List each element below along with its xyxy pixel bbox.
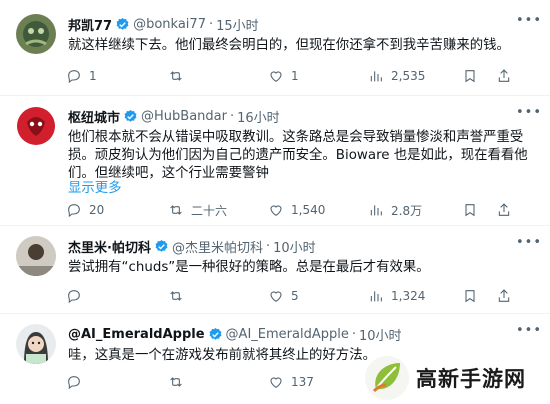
reply-count: 20 xyxy=(89,203,105,217)
retweet-icon xyxy=(170,291,182,301)
tweet-header: 邦凯77 @bonkai77 · 15小时 xyxy=(68,14,534,34)
bookmark-icon xyxy=(465,290,475,303)
bookmark-icon xyxy=(465,70,475,83)
like-count: 137 xyxy=(291,375,314,389)
avatar[interactable] xyxy=(16,106,56,146)
retweet-icon xyxy=(170,377,182,387)
views-chart-icon xyxy=(370,71,382,82)
bookmark-icon xyxy=(465,204,475,217)
leaf-logo-icon xyxy=(365,356,409,400)
heart-icon xyxy=(270,71,282,82)
tweet-header: @AI_EmeraldApple @AI_EmeraldApple · 10小时 xyxy=(68,324,534,344)
handle[interactable]: @HubBandar xyxy=(141,109,227,124)
share-icon xyxy=(498,203,510,216)
more-options-icon[interactable]: ••• xyxy=(516,236,541,256)
reply-count: 1 xyxy=(89,69,97,83)
handle[interactable]: @bonkai77 xyxy=(133,17,206,32)
share-icon xyxy=(498,69,510,82)
view-count: 2,535 xyxy=(391,69,426,83)
retweet-button[interactable] xyxy=(168,286,191,306)
display-name[interactable]: @AI_EmeraldApple xyxy=(68,327,205,342)
tweet-actions: 1 1 2,535 xyxy=(66,66,530,86)
like-button[interactable]: 137 xyxy=(268,372,314,392)
handle[interactable]: @AI_EmeraldApple xyxy=(226,327,349,342)
site-watermark: 高新手游网 xyxy=(362,352,550,404)
timestamp[interactable]: 15小时 xyxy=(216,15,259,34)
separator-dot: · xyxy=(229,108,235,124)
verified-badge-icon xyxy=(124,109,137,122)
share-icon xyxy=(498,289,510,302)
tweet-header: 杰里米·帕切科 @杰里米帕切科 · 10小时 xyxy=(68,236,534,256)
views-chart-icon xyxy=(370,291,382,302)
timestamp[interactable]: 16小时 xyxy=(237,107,280,126)
tweet-text: 尝试拥有“chuds”是一种很好的策略。总是在最后才有效果。 xyxy=(68,260,430,275)
bookmark-button[interactable] xyxy=(462,286,478,306)
reply-button[interactable] xyxy=(66,372,89,392)
like-count: 1 xyxy=(291,69,299,83)
bookmark-button[interactable] xyxy=(462,66,478,86)
retweet-button[interactable]: 二十六 xyxy=(168,200,227,220)
reply-icon xyxy=(68,376,80,390)
retweet-button[interactable] xyxy=(168,372,191,392)
more-options-icon[interactable]: ••• xyxy=(516,14,541,34)
tweet-actions: 20 二十六 1,540 2.8万 xyxy=(66,200,530,220)
reply-icon xyxy=(68,290,80,304)
avatar[interactable] xyxy=(16,14,56,54)
like-count: 5 xyxy=(291,289,299,303)
views-button[interactable]: 2.8万 xyxy=(368,200,422,220)
views-chart-icon xyxy=(370,205,382,216)
share-button[interactable] xyxy=(496,66,512,86)
like-button[interactable]: 1 xyxy=(268,66,299,86)
more-options-icon[interactable]: ••• xyxy=(516,106,541,126)
avatar[interactable] xyxy=(16,236,56,276)
retweet-button[interactable] xyxy=(168,66,191,86)
reply-button[interactable]: 1 xyxy=(66,66,97,86)
retweet-count: 二十六 xyxy=(191,203,228,218)
display-name[interactable]: 枢纽城市 xyxy=(68,107,120,126)
heart-icon xyxy=(270,205,282,216)
show-more-link[interactable]: 显示更多 xyxy=(68,176,122,196)
tweet-header: 枢纽城市 @HubBandar · 16小时 xyxy=(68,106,534,126)
watermark-text: 高新手游网 xyxy=(416,367,526,391)
tweet[interactable]: 枢纽城市 @HubBandar · 16小时 ••• 他们根本就不会从错误中吸取… xyxy=(0,96,550,226)
tweet[interactable]: 邦凯77 @bonkai77 · 15小时 ••• 就这样继续下去。他们最终会明… xyxy=(0,0,550,96)
separator-dot: · xyxy=(351,326,356,342)
timestamp[interactable]: 10小时 xyxy=(273,237,316,256)
reply-button[interactable] xyxy=(66,286,89,306)
reply-button[interactable]: 20 xyxy=(66,200,104,220)
display-name[interactable]: 杰里米·帕切科 xyxy=(68,237,151,256)
retweet-icon xyxy=(170,71,182,81)
tweet-text: 就这样继续下去。他们最终会明白的，但现在你还拿不到我辛苦赚来的钱。 xyxy=(68,38,510,53)
tweet-text: 他们根本就不会从错误中吸取教训。这条路总是会导致销量惨淡和声誉严重受损。顽皮狗认… xyxy=(68,130,528,181)
verified-badge-icon xyxy=(209,327,221,340)
tweet-actions: 5 1,324 xyxy=(66,286,530,306)
verified-badge-icon xyxy=(116,17,129,30)
reply-icon xyxy=(68,204,80,218)
view-count: 1,324 xyxy=(391,289,426,303)
view-count: 2.8万 xyxy=(391,203,423,218)
more-options-icon[interactable]: ••• xyxy=(516,324,541,344)
retweet-icon xyxy=(170,205,182,215)
reply-icon xyxy=(68,70,80,84)
separator-dot: · xyxy=(208,16,214,32)
heart-icon xyxy=(270,377,282,388)
tweet-feed: 邦凯77 @bonkai77 · 15小时 ••• 就这样继续下去。他们最终会明… xyxy=(0,0,550,404)
handle[interactable]: @杰里米帕切科 xyxy=(172,237,263,256)
like-button[interactable]: 1,540 xyxy=(268,200,325,220)
separator-dot: · xyxy=(265,238,271,254)
share-button[interactable] xyxy=(496,200,512,220)
display-name[interactable]: 邦凯77 xyxy=(68,15,112,34)
like-button[interactable]: 5 xyxy=(268,286,299,306)
avatar[interactable] xyxy=(16,324,56,364)
bookmark-button[interactable] xyxy=(462,200,478,220)
timestamp[interactable]: 10小时 xyxy=(359,325,402,344)
share-button[interactable] xyxy=(496,286,512,306)
verified-badge-icon xyxy=(155,239,168,252)
views-button[interactable]: 2,535 xyxy=(368,66,425,86)
views-button[interactable]: 1,324 xyxy=(368,286,425,306)
tweet[interactable]: 杰里米·帕切科 @杰里米帕切科 · 10小时 ••• 尝试拥有“chuds”是一… xyxy=(0,226,550,314)
heart-icon xyxy=(270,291,282,302)
like-count: 1,540 xyxy=(291,203,326,217)
